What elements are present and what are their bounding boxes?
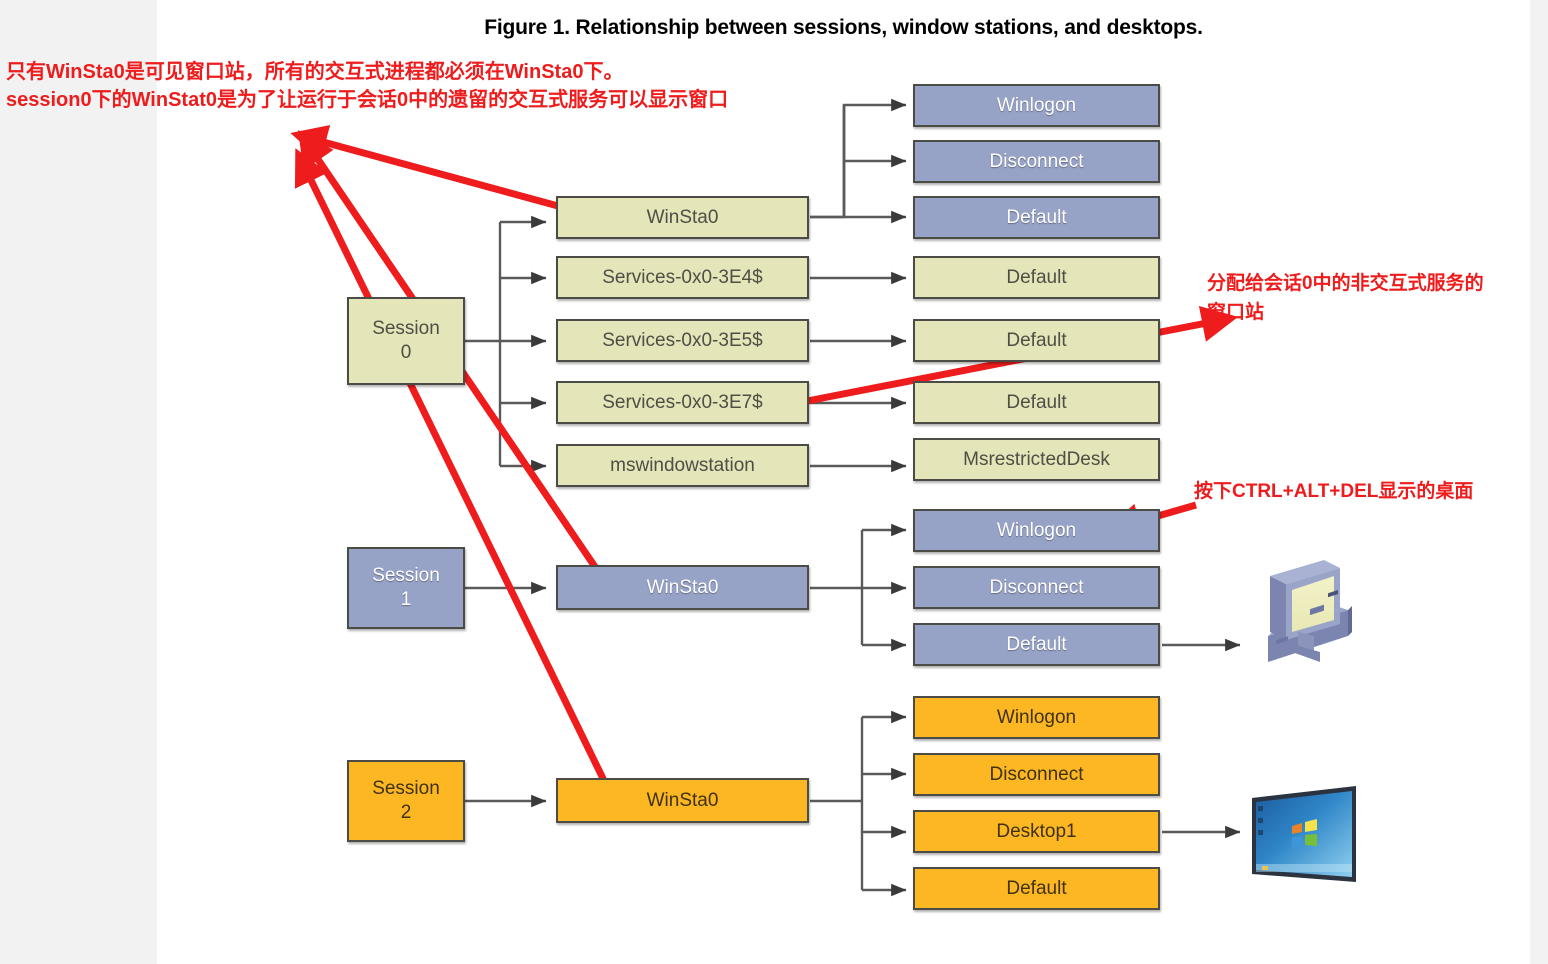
window-station-label: Services-0x0-3E7$ [602,391,763,413]
session-0-winsta0-box[interactable]: WinSta0 [556,196,809,239]
desktop-label: Winlogon [996,519,1077,541]
window-station-label: WinSta0 [646,576,719,598]
session-2-desktop-desktop1[interactable]: Desktop1 [913,810,1160,853]
session-1-label-line1: Session [372,565,440,587]
session-1-desktop-default[interactable]: Default [913,623,1160,666]
desktop-label: Default [1006,266,1067,288]
desktop-label: Desktop1 [996,820,1077,842]
session-0-services-3e4-desktop-default[interactable]: Default [913,256,1160,299]
session-0-services-3e7-desktop-default[interactable]: Default [913,381,1160,424]
desktop-label: Disconnect [989,763,1084,785]
desktop-label: Default [1006,877,1067,899]
session-0-mswindowstation-desktop-msrestricteddesk[interactable]: MsrestrictedDesk [913,438,1160,481]
desktop-label: Disconnect [989,150,1084,172]
page-title: Figure 1. Relationship between sessions,… [484,16,1203,39]
desktop-label: Disconnect [989,576,1084,598]
session-0-mswindowstation-box[interactable]: mswindowstation [556,444,809,487]
session-0-services-3e5-desktop-default[interactable]: Default [913,319,1160,362]
session-1-winsta0-box[interactable]: WinSta0 [556,565,809,610]
window-station-label: WinSta0 [646,206,719,228]
session-1-label-line2: 1 [400,589,412,610]
desktop-label: Default [1006,329,1067,351]
session-0-services-3e5-box[interactable]: Services-0x0-3E5$ [556,319,809,362]
window-station-label: mswindowstation [610,454,755,476]
window-station-label: Services-0x0-3E4$ [602,266,763,288]
session-0-winsta0-desktop-winlogon[interactable]: Winlogon [913,84,1160,127]
session-2-box[interactable]: Session 2 [347,760,465,842]
desktop-label: Default [1006,391,1067,413]
session-0-box[interactable]: Session 0 [347,297,465,385]
window-station-label: WinSta0 [646,789,719,811]
session-2-desktop-default[interactable]: Default [913,867,1160,910]
desktop-label: Winlogon [996,94,1077,116]
session-0-services-3e7-box[interactable]: Services-0x0-3E7$ [556,381,809,424]
session-0-label-line2: 0 [400,342,412,363]
session-2-label-line1: Session [372,778,440,800]
session-0-label-line1: Session [372,318,440,340]
annotation-top-note: 只有WinSta0是可见窗口站，所有的交互式进程都必须在WinSta0下。 se… [6,61,729,112]
session-2-desktop-disconnect[interactable]: Disconnect [913,753,1160,796]
session-0-winsta0-desktop-disconnect[interactable]: Disconnect [913,140,1160,183]
annotation-noninteractive-note: 分配给会话0中的非交互式服务的窗口站 [1207,273,1484,323]
session-0-services-3e4-box[interactable]: Services-0x0-3E4$ [556,256,809,299]
session-0-winsta0-desktop-default[interactable]: Default [913,196,1160,239]
session-2-label-line2: 2 [400,802,412,823]
figure-page: Figure 1. Relationship between sessions,… [0,0,1548,964]
annotation-ctrl-alt-del-note: 按下CTRL+ALT+DEL显示的桌面 [1194,481,1474,502]
desktop-label: MsrestrictedDesk [963,448,1110,470]
session-1-desktop-disconnect[interactable]: Disconnect [913,566,1160,609]
session-2-winsta0-box[interactable]: WinSta0 [556,778,809,823]
session-1-box[interactable]: Session 1 [347,547,465,629]
desktop-label: Winlogon [996,706,1077,728]
session-1-desktop-winlogon[interactable]: Winlogon [913,509,1160,552]
desktop-label: Default [1006,206,1067,228]
session-2-desktop-winlogon[interactable]: Winlogon [913,696,1160,739]
window-station-label: Services-0x0-3E5$ [602,329,763,351]
desktop-label: Default [1006,633,1067,655]
